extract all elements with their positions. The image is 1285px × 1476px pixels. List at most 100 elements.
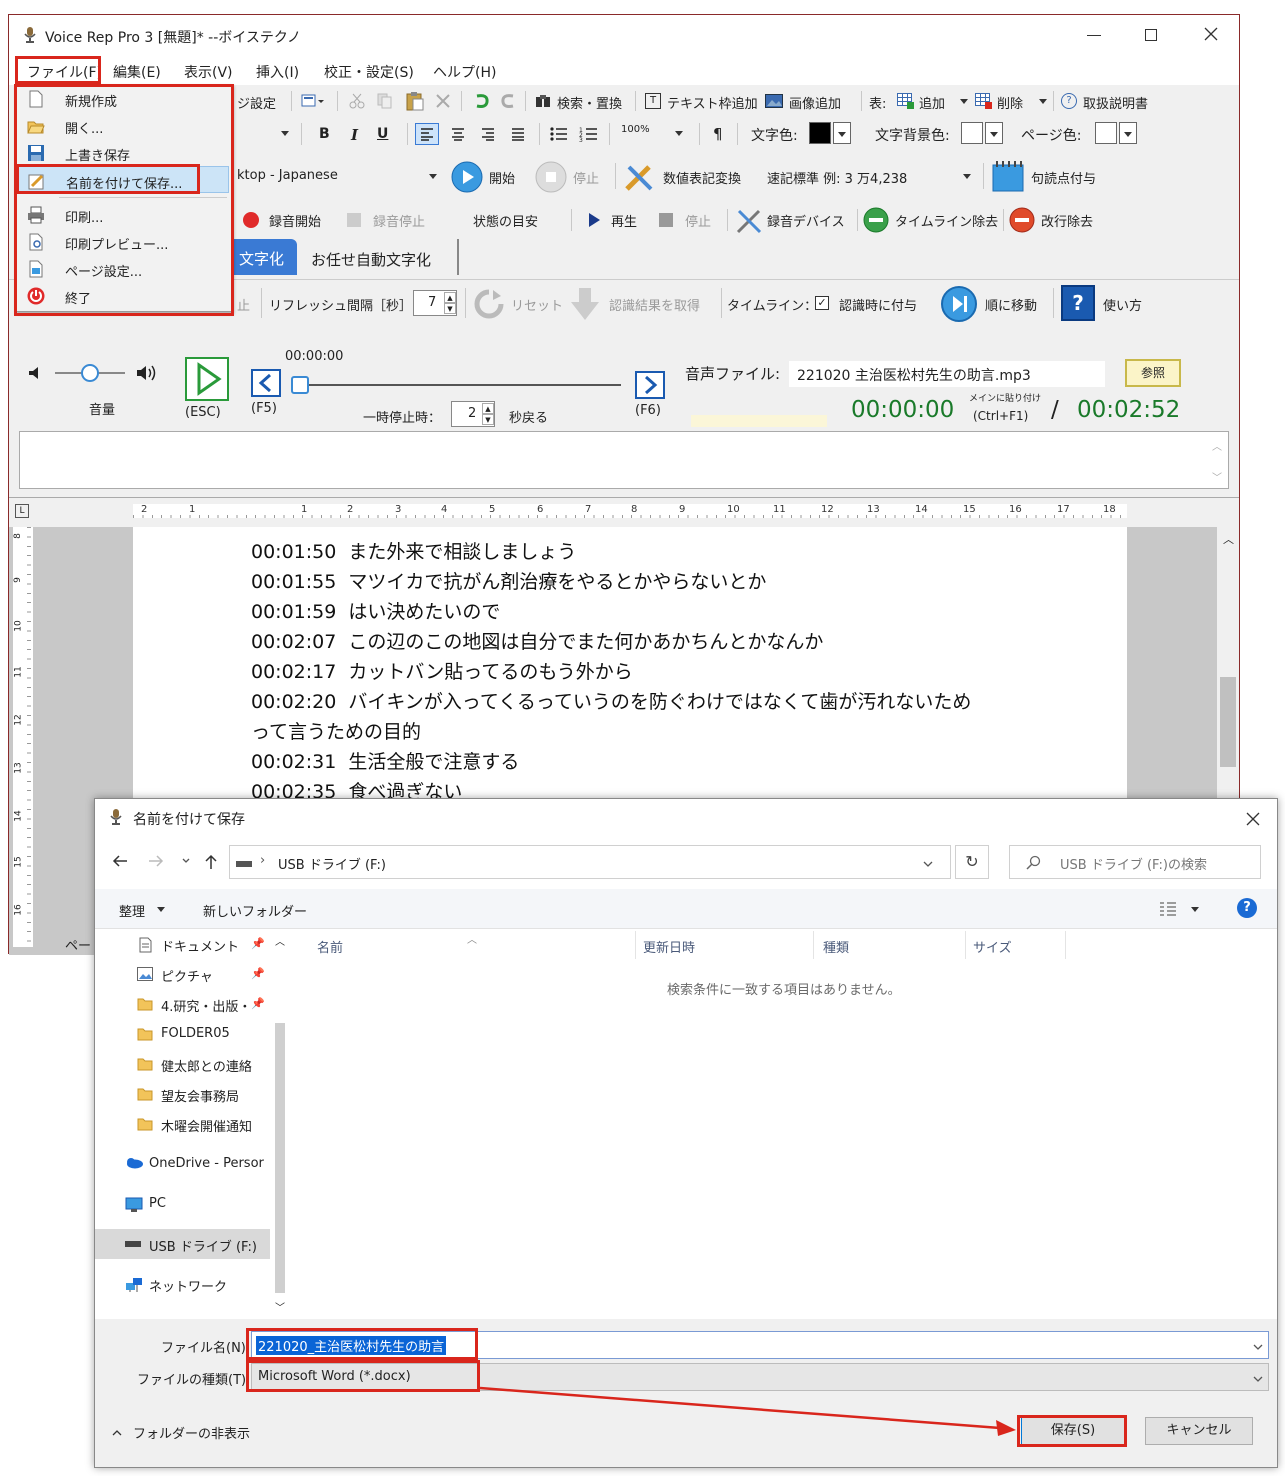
doc-scroll-thumb[interactable] <box>1220 677 1236 767</box>
scroll-up-icon[interactable]: ︿ <box>1212 438 1222 453</box>
align-left-icon[interactable] <box>415 123 439 145</box>
new-folder-button[interactable]: 新しいフォルダー <box>203 901 307 920</box>
notation-select[interactable]: 速記標準 例: 3 万4,238 <box>767 168 907 187</box>
move-in-order-icon[interactable] <box>941 286 977 322</box>
nav-item-pictures[interactable]: ピクチャ 📌 <box>95 959 270 989</box>
stepper-up-icon[interactable]: ▲ <box>444 292 456 303</box>
menu-edit[interactable]: 編集(E) <box>113 62 161 82</box>
undo-icon[interactable] <box>473 93 491 109</box>
stepper-down-icon[interactable]: ▼ <box>482 414 494 425</box>
recognition-text-area[interactable]: ︿ ﹀ <box>19 431 1229 489</box>
add-image-button[interactable]: 画像追加 <box>789 93 841 112</box>
align-right-icon[interactable] <box>479 125 497 143</box>
volume-slider-thumb[interactable] <box>81 364 99 382</box>
address-dropdown-icon[interactable] <box>922 858 934 868</box>
reset-icon[interactable] <box>473 288 505 320</box>
column-modified[interactable]: 更新日時 <box>643 937 695 956</box>
recognition-engine-select[interactable]: ktop - Japanese <box>237 168 338 183</box>
how-to-icon[interactable]: ? <box>1061 285 1095 321</box>
dialog-close-icon[interactable] <box>1245 811 1261 827</box>
nav-item-folder[interactable]: 望友会事務局 <box>95 1079 270 1109</box>
file-list[interactable]: 名前 ︿ 更新日時 種類 サイズ 検索条件に一致する項目はありません。 <box>295 929 1277 1319</box>
view-dropdown-icon[interactable] <box>1191 907 1199 912</box>
nav-item-usb-drive[interactable]: USB ドライブ (F:) <box>95 1229 270 1259</box>
table-add-icon[interactable] <box>897 93 915 109</box>
back-f5-button[interactable] <box>251 369 281 397</box>
cancel-button[interactable]: キャンセル <box>1145 1417 1253 1445</box>
punctuation-button[interactable]: 句読点付与 <box>1031 168 1096 187</box>
scroll-up-icon[interactable]: ︿ <box>1223 531 1234 547</box>
paste-icon[interactable] <box>405 91 425 111</box>
notation-dropdown-icon[interactable] <box>963 174 971 179</box>
organize-button[interactable]: 整理 <box>119 901 145 920</box>
add-textbox-button[interactable]: テキスト枠追加 <box>667 93 758 112</box>
italic-button[interactable]: I <box>351 126 358 144</box>
nav-item-pc[interactable]: PC <box>95 1189 270 1219</box>
start-play-icon[interactable] <box>451 161 483 193</box>
scroll-down-icon[interactable]: ﹀ <box>1212 469 1222 484</box>
copy-icon[interactable] <box>377 93 393 109</box>
page-color-dropdown[interactable] <box>1119 122 1137 144</box>
filetype-dropdown-icon[interactable] <box>1252 1373 1264 1383</box>
rec-stop-icon[interactable] <box>347 213 361 227</box>
rec-device-button[interactable]: 録音デバイス <box>767 211 845 230</box>
text-color-swatch[interactable] <box>809 122 831 144</box>
pin-icon[interactable]: 📌 <box>251 997 265 1010</box>
forward-arrow-icon[interactable] <box>147 853 165 869</box>
seek-thumb[interactable] <box>291 376 309 394</box>
column-size[interactable]: サイズ <box>973 937 1012 956</box>
add-on-recog-checkbox[interactable]: ✓ <box>815 296 829 310</box>
play-esc-button[interactable] <box>185 357 229 401</box>
pin-icon[interactable]: 📌 <box>251 967 265 980</box>
recog-stop-button[interactable]: 停止 <box>573 168 599 187</box>
nav-item-folder[interactable]: 健太郎との連絡 <box>95 1049 270 1079</box>
table-add-dropdown-icon[interactable] <box>960 99 968 104</box>
delete-icon[interactable] <box>435 93 451 109</box>
refresh-interval-stepper[interactable]: 7 ▲ ▼ <box>413 290 457 316</box>
remove-timeline-button[interactable]: タイムライン除去 <box>895 211 998 230</box>
nav-scroll-up-icon[interactable]: ︿ <box>275 933 285 948</box>
numbered-list-icon[interactable]: 123 <box>579 125 599 144</box>
minimize-icon[interactable] <box>1087 35 1101 36</box>
back-arrow-icon[interactable] <box>111 853 129 869</box>
nav-scrollbar[interactable]: ︿ ﹀ <box>271 929 289 1319</box>
cut-icon[interactable] <box>349 93 365 109</box>
align-justify-icon[interactable] <box>509 125 527 143</box>
recent-dropdown-icon[interactable] <box>181 855 191 865</box>
tab-auto-transcribe[interactable]: お任せ自動文字化 <box>299 239 459 275</box>
nav-item-documents[interactable]: ドキュメント 📌 <box>95 929 270 959</box>
nav-item-onedrive[interactable]: OneDrive - Persor <box>95 1149 270 1179</box>
underline-button[interactable]: U <box>377 126 388 142</box>
nav-scroll-thumb[interactable] <box>275 1023 285 1293</box>
recog-start-button[interactable]: 開始 <box>489 168 515 187</box>
stop-circle-icon[interactable] <box>535 161 567 193</box>
hide-folders-chevron-icon[interactable] <box>111 1427 123 1437</box>
filename-dropdown-icon[interactable] <box>1252 1341 1264 1351</box>
move-in-order-button[interactable]: 順に移動 <box>985 295 1037 314</box>
seek-track[interactable] <box>291 384 621 386</box>
text-bg-color-swatch[interactable] <box>961 122 983 144</box>
menu-insert[interactable]: 挿入(I) <box>256 62 299 82</box>
engine-dropdown-icon[interactable] <box>429 174 437 179</box>
redo-icon[interactable] <box>499 93 517 109</box>
record-icon[interactable] <box>243 212 259 228</box>
pin-icon[interactable]: 📌 <box>251 937 265 950</box>
close-icon[interactable] <box>1203 25 1219 43</box>
text-color-dropdown[interactable] <box>833 122 851 144</box>
nav-item-network[interactable]: ネットワーク <box>95 1269 270 1299</box>
stop-square-icon[interactable] <box>659 213 673 227</box>
page-setup-button[interactable]: ジ設定 <box>237 93 276 112</box>
rec-start-button[interactable]: 録音開始 <box>269 211 321 230</box>
how-to-button[interactable]: 使い方 <box>1103 295 1142 314</box>
forward-f6-button[interactable] <box>635 371 665 399</box>
bullet-list-icon[interactable] <box>549 125 569 143</box>
stepper-up-icon[interactable]: ▲ <box>482 403 494 414</box>
table-delete-icon[interactable] <box>975 93 993 109</box>
play-triangle-icon[interactable] <box>587 212 601 228</box>
view-toggle-icon[interactable] <box>301 93 325 109</box>
address-bar[interactable]: › USB ドライブ (F:) <box>229 845 951 879</box>
help-icon[interactable]: ? <box>1237 898 1257 918</box>
get-result-button[interactable]: 認識結果を取得 <box>609 295 700 314</box>
get-result-icon[interactable] <box>569 286 601 322</box>
pilcrow-button[interactable]: ¶ <box>713 125 723 143</box>
